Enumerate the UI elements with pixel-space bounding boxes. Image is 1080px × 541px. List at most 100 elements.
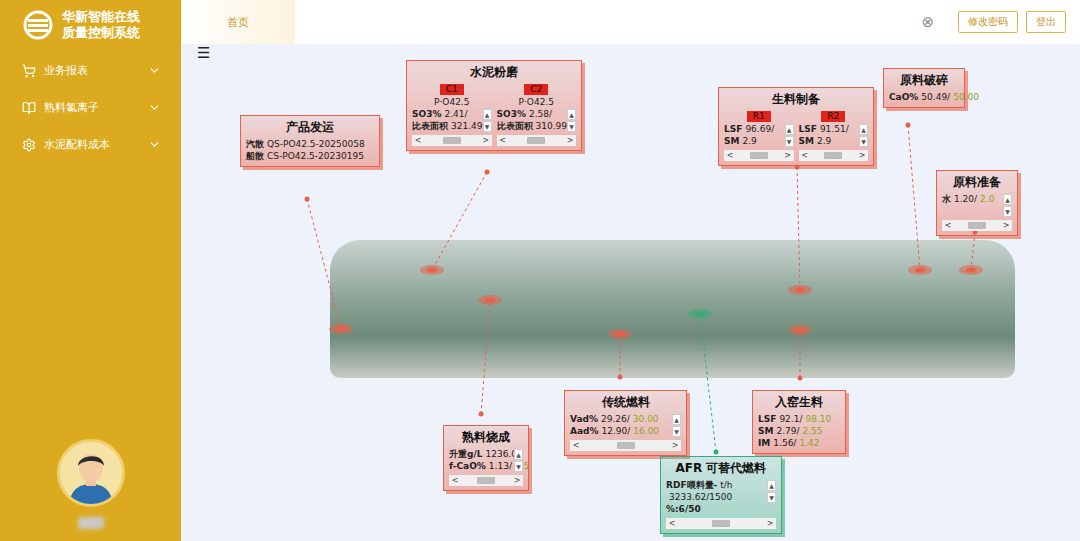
up-icon[interactable]: ▲ [785,124,794,135]
unit-column: R1LSF96.69/SM2.9▲▼<> [724,111,794,161]
reading-row: LSF92.1/98.10 [758,414,840,425]
user-avatar[interactable] [57,439,125,507]
scrollbar[interactable]: <> [449,475,523,486]
row-spinner[interactable]: ▲▼ [767,480,776,503]
left-icon[interactable]: < [799,151,811,160]
grade: P·O42.5 [497,97,577,107]
row-spinner[interactable]: ▲▼ [567,109,576,132]
station-title: 产品发运 [246,119,374,136]
scroll-thumb[interactable] [750,152,768,159]
unit-column: R2LSF91.51/SM2.9▲▼<> [799,111,869,161]
left-icon[interactable]: < [666,519,678,528]
reading-row: 比表面积321.49 [412,121,480,132]
scroll-thumb[interactable] [824,152,842,159]
station-card[interactable]: 水泥粉磨C1P·O42.5SO3%2.41/比表面积321.49▲▼<>C2P·… [406,60,582,151]
row-spinner[interactable]: ▲▼ [483,109,492,132]
reading-row: LSF91.51/ [799,124,857,135]
scroll-thumb[interactable] [477,477,495,484]
scrollbar[interactable]: <> [724,150,794,161]
station-title: 生料制备 [724,91,868,108]
menu-toggle-icon[interactable]: ☰ [181,44,221,62]
down-icon[interactable]: ▼ [767,492,776,503]
sidebar: 华新智能在线质量控制系统业务报表熟料氯离子水泥配料成本 [0,0,181,541]
menu-icon [22,138,36,152]
scroll-thumb[interactable] [968,222,986,229]
station-title: 水泥粉磨 [412,64,576,81]
chevron-icon [148,138,161,151]
station-card[interactable]: 熟料烧成升重g/L1236.0f-CaO%1.13/1.5▲▼<> [443,425,529,491]
sidebar-item[interactable]: 水泥配料成本 [0,126,181,163]
station-card[interactable]: 传统燃料Vad%29.26/30.00Aad%12.90/16.00▲▼<> [564,390,687,456]
scrollbar[interactable]: <> [942,220,1012,231]
right-icon[interactable]: > [564,136,576,145]
left-icon[interactable]: < [570,441,582,450]
down-icon[interactable]: ▼ [785,136,794,147]
right-icon[interactable]: > [669,441,681,450]
up-icon[interactable]: ▲ [567,109,576,120]
left-icon[interactable]: < [724,151,736,160]
station-card[interactable]: 生料制备R1LSF96.69/SM2.9▲▼<>R2LSF91.51/SM2.9… [718,87,874,166]
up-icon[interactable]: ▲ [514,449,523,460]
top-bar: 首页 ⊗ 修改密码登出 [181,0,1080,44]
plant-photo [330,240,1015,378]
left-icon[interactable]: < [412,136,424,145]
station-card[interactable]: 产品发运汽散QS-PO42.5-20250058船散CS-PO42.5-2023… [240,115,380,167]
page-tab[interactable]: 首页 [181,0,295,44]
reading-row: Vad%29.26/30.00 [570,414,669,425]
readings: 水1.20/2.0▲▼ [942,194,1012,217]
row-spinner[interactable]: ▲▼ [1003,194,1012,217]
scroll-thumb[interactable] [443,137,461,144]
station-card[interactable]: AFR 可替代燃料RDF喂料量-t/h3233.62/1500%:6/50▲▼<… [660,456,782,534]
top-button[interactable]: 修改密码 [958,11,1018,33]
down-icon[interactable]: ▼ [1003,206,1012,217]
scroll-thumb[interactable] [527,137,545,144]
up-icon[interactable]: ▲ [859,124,868,135]
station-card[interactable]: 原料准备水1.20/2.0▲▼<> [936,170,1018,236]
right-icon[interactable]: > [856,151,868,160]
right-icon[interactable]: > [511,476,523,485]
reading-row: IM1.56/1.42 [758,438,840,449]
sidebar-item[interactable]: 业务报表 [0,52,181,89]
row-spinner[interactable]: ▲▼ [672,414,681,437]
scroll-thumb[interactable] [712,520,730,527]
scrollbar[interactable]: <> [799,150,869,161]
station-card[interactable]: 入窑生料LSF92.1/98.10SM2.79/2.55IM1.56/1.42 [752,390,846,454]
reading-row: 比表面积310.99 [497,121,565,132]
scrollbar[interactable]: <> [570,440,681,451]
up-icon[interactable]: ▲ [483,109,492,120]
readings: CaO%50.49/50.00 [889,92,959,103]
down-icon[interactable]: ▼ [514,461,523,472]
top-button[interactable]: 登出 [1026,11,1066,33]
row-spinner[interactable]: ▲▼ [859,124,868,147]
scroll-thumb[interactable] [617,442,635,449]
left-icon[interactable]: < [497,136,509,145]
right-icon[interactable]: > [1000,221,1012,230]
down-icon[interactable]: ▼ [859,136,868,147]
user-name [78,517,104,529]
scrollbar[interactable]: <> [412,135,492,146]
up-icon[interactable]: ▲ [767,480,776,491]
right-icon[interactable]: > [480,136,492,145]
down-icon[interactable]: ▼ [672,426,681,437]
left-icon[interactable]: < [942,221,954,230]
up-icon[interactable]: ▲ [1003,194,1012,205]
reading-row: LSF96.69/ [724,124,782,135]
close-icon[interactable]: ⊗ [921,13,934,31]
sidebar-item[interactable]: 熟料氯离子 [0,89,181,126]
row-spinner[interactable]: ▲▼ [514,449,523,472]
right-icon[interactable]: > [764,519,776,528]
scrollbar[interactable]: <> [666,518,776,529]
station-title: AFR 可替代燃料 [666,460,776,477]
reading-row: SO3%2.41/ [412,109,480,120]
unit-badge: C1 [440,84,464,95]
station-card[interactable]: 原料破碎CaO%50.49/50.00 [883,68,965,108]
right-icon[interactable]: > [782,151,794,160]
left-icon[interactable]: < [449,476,461,485]
up-icon[interactable]: ▲ [672,414,681,425]
row-spinner[interactable]: ▲▼ [785,124,794,147]
down-icon[interactable]: ▼ [483,121,492,132]
readings: SO3%2.41/比表面积321.49▲▼ [412,109,492,132]
down-icon[interactable]: ▼ [567,121,576,132]
app: 华新智能在线质量控制系统业务报表熟料氯离子水泥配料成本首页 ⊗ 修改密码登出 ☰ 产品发… [0,0,1080,541]
scrollbar[interactable]: <> [497,135,577,146]
